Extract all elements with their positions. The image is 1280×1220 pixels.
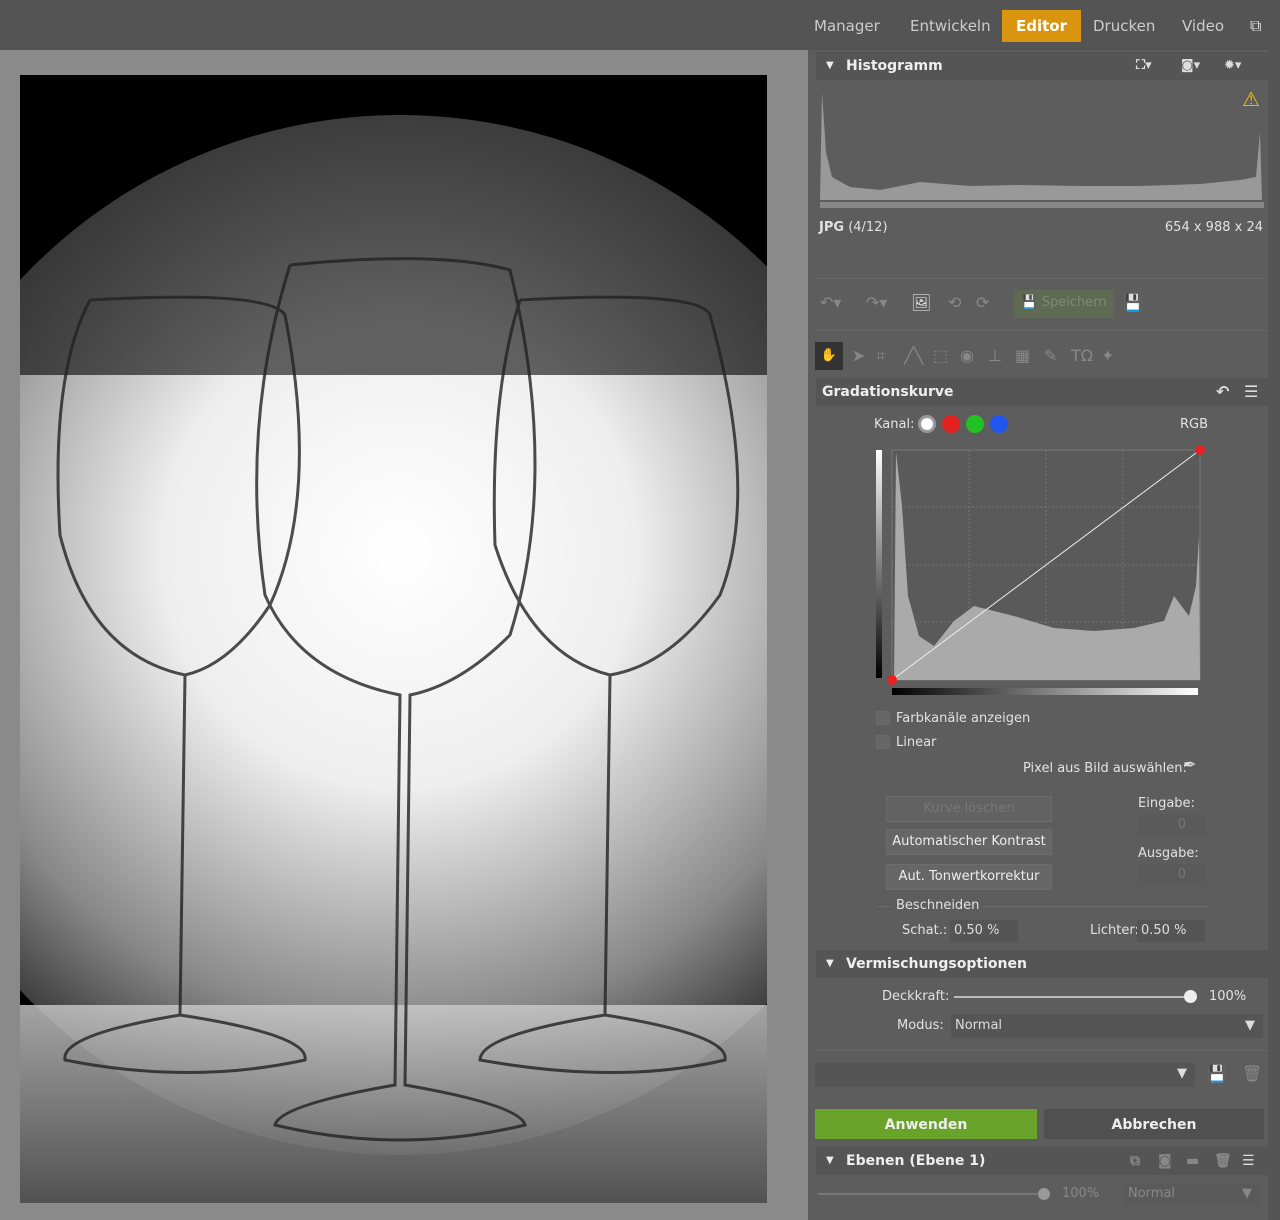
menu-icon[interactable]: ☰ xyxy=(1244,378,1258,406)
mask-layer-icon[interactable]: ◙ xyxy=(1158,1147,1172,1175)
channel-green[interactable] xyxy=(966,415,984,433)
apply-button[interactable]: Anwenden xyxy=(815,1109,1037,1139)
opacity-value: 100% xyxy=(1209,989,1247,1004)
collapse-triangle-icon: ▼ xyxy=(826,1155,834,1166)
collapse-triangle-icon: ▼ xyxy=(826,60,834,71)
show-channels-checkbox[interactable] xyxy=(876,711,890,725)
redo-icon[interactable]: ↷▾ xyxy=(866,293,887,312)
delete-preset-icon[interactable]: 🗑 xyxy=(1242,1064,1262,1083)
cancel-button[interactable]: Abbrechen xyxy=(1044,1109,1264,1139)
collapse-triangle-icon: ▼ xyxy=(826,958,834,969)
brush-tool-icon[interactable]: ✎ xyxy=(1044,346,1057,365)
save-as-icon[interactable]: 💾 xyxy=(1123,293,1143,312)
eyedropper-icon[interactable]: ✒ xyxy=(1183,755,1196,774)
linear-label: Linear xyxy=(896,735,937,750)
histogram-header[interactable]: ▼ Histogramm ⛶▾ ◙▾ ✹▾ xyxy=(816,52,1268,80)
save-button[interactable]: 💾 Speichern xyxy=(1014,290,1114,318)
mode-label: Modus: xyxy=(897,1018,944,1033)
pick-pixel-label: Pixel aus Bild auswählen: xyxy=(1023,761,1187,776)
reset-icon[interactable]: ↶ xyxy=(1216,378,1229,406)
output-field[interactable]: 0 xyxy=(1138,864,1206,886)
channel-value: RGB xyxy=(1180,417,1209,432)
channel-rgb[interactable] xyxy=(918,415,936,433)
tab-manager[interactable]: Manager xyxy=(800,10,894,42)
settings-dropdown-icon[interactable]: ✹▾ xyxy=(1224,52,1241,80)
right-panel: ▼ Histogramm ⛶▾ ◙▾ ✹▾ ⚠ JPG (4/12) 654 x … xyxy=(808,50,1280,1220)
channel-red[interactable] xyxy=(942,415,960,433)
auto-levels-button[interactable]: Aut. Tonwertkorrektur xyxy=(886,864,1052,890)
channel-blue[interactable] xyxy=(990,415,1008,433)
opacity-slider-handle[interactable] xyxy=(1184,990,1197,1003)
channel-selector[interactable] xyxy=(918,415,1014,433)
dimensions-info: 654 x 988 x 24 xyxy=(1164,220,1263,235)
highlights-label: Lichter: xyxy=(1090,923,1139,938)
warning-icon: ⚠ xyxy=(1242,87,1260,111)
opacity-label: Deckkraft: xyxy=(882,989,950,1004)
delete-layer-icon[interactable]: 🗑 xyxy=(1214,1147,1232,1175)
tab-drucken[interactable]: Drucken xyxy=(1079,10,1169,42)
tab-editor[interactable]: Editor xyxy=(1002,10,1081,42)
selection-dropdown-icon[interactable]: ⛶▾ xyxy=(1136,52,1152,80)
layers-header[interactable]: ▼ Ebenen (Ebene 1) ⧉ ◙ ▬ 🗑 ☰ xyxy=(816,1147,1268,1175)
image-icon[interactable]: 🖼 xyxy=(911,293,931,312)
clip-label: Beschneiden xyxy=(892,898,984,913)
input-label: Eingabe: xyxy=(1138,796,1195,811)
select-tool-icon[interactable]: ➤ xyxy=(852,346,865,365)
shadows-field[interactable]: 0.50 % xyxy=(950,920,1018,942)
layer-mode-select[interactable]: Normal ▼ xyxy=(1124,1183,1260,1205)
curve-editor[interactable] xyxy=(874,446,1210,698)
undo-icon[interactable]: ↶▾ xyxy=(820,293,841,312)
tab-entwickeln[interactable]: Entwickeln xyxy=(896,10,1005,42)
blend-header[interactable]: ▼ Vermischungsoptionen xyxy=(816,950,1268,978)
opacity-slider[interactable] xyxy=(954,996,1190,998)
channel-label: Kanal: xyxy=(874,417,915,432)
layer-opacity-value: 100% xyxy=(1062,1186,1100,1201)
effects-tool-icon[interactable]: ✦ xyxy=(1101,346,1114,365)
redeye-tool-icon[interactable]: ◉ xyxy=(960,346,974,365)
layers-menu-icon[interactable]: ☰ xyxy=(1242,1147,1255,1175)
layers-title: Ebenen (Ebene 1) xyxy=(846,1153,986,1169)
format-info: JPG (4/12) xyxy=(819,220,888,235)
photo-image xyxy=(20,75,767,1203)
duplicate-layer-icon[interactable]: ⧉ xyxy=(1130,1147,1140,1175)
histogram-title: Histogramm xyxy=(846,58,943,74)
hand-tool-icon[interactable]: ✋ xyxy=(815,342,843,370)
lasso-tool-icon[interactable]: ⬚ xyxy=(933,346,948,365)
blend-title: Vermischungsoptionen xyxy=(846,956,1027,972)
layer-opacity-handle[interactable] xyxy=(1038,1188,1050,1200)
mask-dropdown-icon[interactable]: ◙▾ xyxy=(1181,52,1200,80)
input-field[interactable]: 0 xyxy=(1138,814,1206,836)
photo-wine-glasses[interactable] xyxy=(20,75,767,1203)
external-window-icon[interactable]: ⧉ xyxy=(1250,16,1261,36)
show-channels-label: Farbkanäle anzeigen xyxy=(896,711,1031,726)
rotate-left-icon[interactable]: ⟲ xyxy=(948,293,961,312)
mode-select[interactable]: Normal ▼ xyxy=(951,1014,1263,1038)
linear-checkbox[interactable] xyxy=(876,735,890,749)
curves-title: Gradationskurve xyxy=(822,384,954,400)
text-tool-icon[interactable]: TΩ xyxy=(1071,346,1093,365)
output-label: Ausgabe: xyxy=(1138,846,1199,861)
clear-curve-button[interactable]: Kurve löschen xyxy=(886,796,1052,822)
preset-select[interactable]: ▼ xyxy=(815,1063,1195,1087)
save-preset-icon[interactable]: 💾 xyxy=(1207,1064,1227,1083)
straighten-tool-icon[interactable]: ╱╲ xyxy=(904,346,923,365)
top-bar: Manager Entwickeln Editor Drucken Video … xyxy=(0,0,1280,50)
folder-icon[interactable]: ▬ xyxy=(1186,1147,1199,1175)
tab-video[interactable]: Video xyxy=(1168,10,1238,42)
crop-tool-icon[interactable]: ⌗ xyxy=(876,346,885,366)
panel-scrollbar[interactable] xyxy=(1268,50,1280,1220)
curves-header: Gradationskurve ↶ ☰ xyxy=(816,378,1268,406)
warp-tool-icon[interactable]: ▦ xyxy=(1015,346,1030,365)
highlights-field[interactable]: 0.50 % xyxy=(1137,920,1205,942)
auto-contrast-button[interactable]: Automatischer Kontrast xyxy=(886,829,1052,855)
layer-opacity-slider[interactable] xyxy=(818,1193,1044,1195)
rotate-right-icon[interactable]: ⟳ xyxy=(976,293,989,312)
shadows-label: Schat.: xyxy=(902,923,948,938)
histogram-graph: ⚠ xyxy=(820,87,1264,208)
clone-tool-icon[interactable]: ⊥ xyxy=(988,346,1002,365)
